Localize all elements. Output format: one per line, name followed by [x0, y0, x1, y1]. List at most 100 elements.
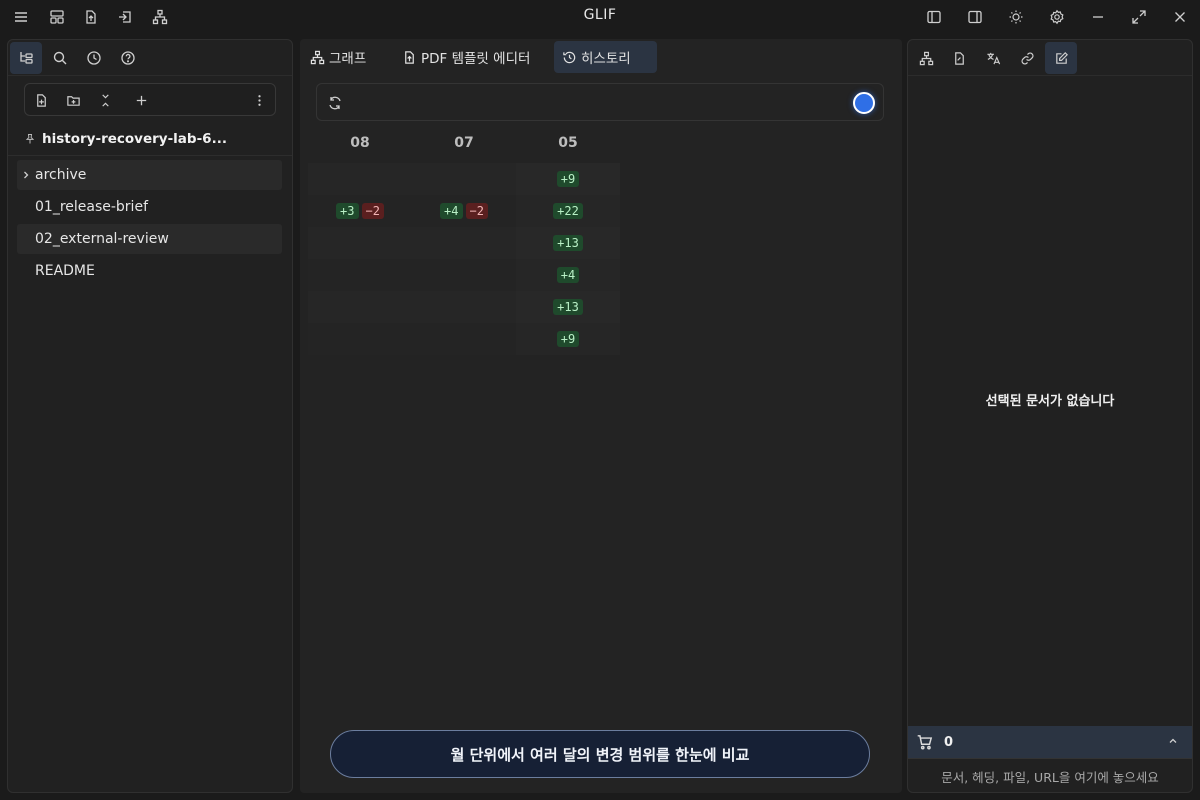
history-grid: 08 07 05 +9 +3 −2 +4 −2 +22 +13 +4 +13 +9 — [308, 127, 620, 355]
maximize-icon[interactable] — [1127, 5, 1151, 29]
sitemap-icon — [919, 51, 933, 65]
history-cell — [308, 163, 412, 195]
file-tree-icon — [20, 52, 33, 64]
links-file-tab[interactable] — [943, 42, 975, 74]
minimize-icon[interactable] — [1086, 5, 1110, 29]
file-link-icon — [954, 51, 964, 65]
cart-bar[interactable]: 0 — [908, 726, 1192, 758]
add-button[interactable] — [129, 88, 153, 112]
additions-badge: +13 — [553, 299, 583, 315]
history-cell[interactable]: +9 — [516, 163, 620, 195]
more-options-button[interactable] — [247, 88, 271, 112]
history-cell — [412, 163, 516, 195]
pin-icon — [25, 134, 35, 144]
cart-count: 0 — [944, 734, 954, 750]
translate-icon — [986, 52, 1000, 64]
title-bar: GLIF — [0, 0, 1200, 34]
history-cell — [412, 291, 516, 323]
history-cell[interactable]: +4 — [516, 259, 620, 291]
empty-state-message: 선택된 문서가 없습니다 — [985, 394, 1115, 409]
history-cell[interactable]: +9 — [516, 323, 620, 355]
history-column-header: 05 — [558, 135, 578, 151]
link-icon — [1020, 51, 1034, 65]
history-cell[interactable]: +13 — [516, 227, 620, 259]
search-tab[interactable] — [44, 42, 76, 74]
collapse-all-button[interactable] — [93, 88, 117, 112]
deletions-badge: −2 — [361, 203, 384, 219]
tab-pdf-template-editor[interactable]: PDF 템플릿 에디터 — [394, 41, 538, 73]
tree-item-label: 01_release-brief — [35, 199, 148, 215]
history-cell — [412, 323, 516, 355]
import-icon[interactable] — [113, 5, 137, 29]
divider — [8, 155, 292, 156]
file-tree-tab[interactable] — [10, 42, 42, 74]
tab-graph[interactable]: 그래프 — [302, 41, 374, 73]
tree-item-label: archive — [35, 167, 87, 183]
refresh-icon[interactable] — [325, 93, 345, 113]
file-toolbar — [24, 83, 276, 116]
right-sidebar-toggle-icon[interactable] — [963, 5, 987, 29]
tree-file-external-review[interactable]: 02_external-review — [17, 224, 282, 254]
history-cell[interactable]: +3 −2 — [308, 195, 412, 227]
history-cell[interactable]: +4 −2 — [412, 195, 516, 227]
tree-file-readme[interactable]: README — [17, 256, 282, 286]
new-folder-button[interactable] — [61, 88, 85, 112]
additions-badge: +9 — [556, 171, 580, 187]
menu-icon[interactable] — [9, 5, 33, 29]
theme-sun-icon[interactable] — [1004, 5, 1028, 29]
left-sidebar-tabs — [8, 40, 292, 76]
history-cell — [412, 259, 516, 291]
right-sidebar-tabs — [908, 40, 1192, 76]
new-folder-icon — [66, 95, 80, 106]
vault-header[interactable]: history-recovery-lab-6... — [24, 128, 286, 150]
collapse-icon — [101, 93, 109, 107]
additions-badge: +3 — [336, 203, 359, 219]
history-cell — [412, 227, 516, 259]
history-cell[interactable]: +13 — [516, 291, 620, 323]
left-sidebar-toggle-icon[interactable] — [922, 5, 946, 29]
export-file-icon[interactable] — [79, 5, 103, 29]
tree-file-release-brief[interactable]: 01_release-brief — [17, 192, 282, 222]
graph-icon — [310, 50, 325, 64]
deletions-badge: −2 — [465, 203, 488, 219]
additions-badge: +9 — [556, 331, 580, 347]
help-tab[interactable] — [112, 42, 144, 74]
additions-badge: +4 — [556, 267, 580, 283]
tree-item-label: README — [35, 263, 95, 279]
tab-label: PDF 템플릿 에디터 — [421, 51, 531, 67]
recent-tab[interactable] — [78, 42, 110, 74]
edit-tab[interactable] — [1045, 42, 1077, 74]
vault-name: history-recovery-lab-6... — [42, 131, 227, 147]
link-tab[interactable] — [1011, 42, 1043, 74]
outline-tab[interactable] — [910, 42, 942, 74]
history-column-header: 07 — [454, 135, 474, 151]
layout-icon[interactable] — [45, 5, 69, 29]
main-content: 그래프 PDF 템플릿 에디터 히스토리 08 07 05 +9 +3 −2 +4 −2 +22… — [300, 39, 902, 793]
sitemap-icon[interactable] — [148, 5, 172, 29]
additions-badge: +13 — [553, 235, 583, 251]
tree-folder-archive[interactable]: archive — [17, 160, 282, 190]
toggle-switch[interactable] — [853, 92, 875, 114]
more-vertical-icon — [257, 94, 261, 106]
translate-tab[interactable] — [977, 42, 1009, 74]
right-sidebar: 선택된 문서가 없습니다 0 문서, 헤딩, 파일, URL을 여기에 놓으세요 — [907, 39, 1193, 793]
history-cell — [308, 259, 412, 291]
tree-item-label: 02_external-review — [35, 231, 169, 247]
tab-history[interactable]: 히스토리 — [554, 41, 657, 73]
settings-gear-icon[interactable] — [1045, 5, 1069, 29]
history-filter-bar — [316, 83, 884, 121]
close-icon[interactable] — [1168, 5, 1192, 29]
plus-icon — [136, 95, 146, 105]
pdf-file-icon — [405, 50, 414, 64]
left-sidebar: history-recovery-lab-6... archive 01_rel… — [7, 39, 293, 793]
cart-icon — [917, 735, 933, 750]
drop-zone[interactable]: 문서, 헤딩, 파일, URL을 여기에 놓으세요 — [908, 758, 1192, 792]
history-cell — [308, 323, 412, 355]
new-note-button[interactable] — [29, 88, 53, 112]
chevron-up-icon[interactable] — [1166, 734, 1180, 748]
additions-badge: +4 — [440, 203, 463, 219]
new-file-icon — [36, 93, 46, 107]
search-icon — [53, 51, 67, 65]
tab-label: 그래프 — [329, 51, 367, 67]
history-cell[interactable]: +22 — [516, 195, 620, 227]
